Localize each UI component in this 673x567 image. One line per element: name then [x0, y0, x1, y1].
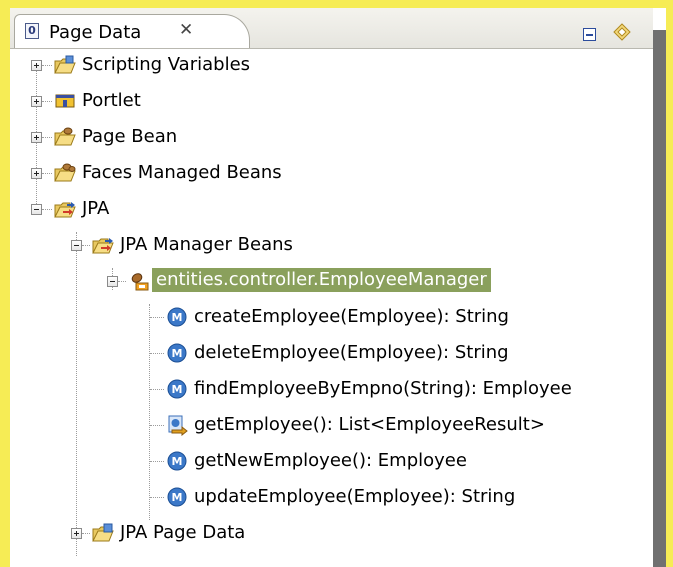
- expand-icon[interactable]: [31, 168, 42, 179]
- method-label: getEmployee(): List<EmployeeResult>: [194, 414, 545, 435]
- method-label: createEmployee(Employee): String: [194, 306, 509, 327]
- close-icon[interactable]: ✕: [179, 21, 193, 39]
- portlet-icon: [55, 94, 75, 108]
- tab-page-data[interactable]: 0 Page Data ✕: [14, 14, 250, 48]
- frame-right: [666, 0, 673, 567]
- page-data-tree: Scripting Variables Portlet Page Bean Fa…: [10, 48, 653, 567]
- method-icon: M: [167, 307, 187, 327]
- tab-title: Page Data: [49, 22, 142, 43]
- tree-item-jpa[interactable]: JPA: [10, 192, 650, 228]
- tree-item-label: entities.controller.EmployeeManager: [152, 268, 491, 292]
- bean-folder-icon: [54, 127, 76, 146]
- tree-item-employee-manager[interactable]: entities.controller.EmployeeManager: [10, 264, 650, 300]
- method-icon: M: [167, 379, 187, 399]
- svg-text:M: M: [172, 311, 183, 324]
- tree-item-label: JPA: [82, 198, 110, 219]
- folder-variables-icon: [54, 55, 76, 74]
- tree-item-method[interactable]: getEmployee(): List<EmployeeResult>: [10, 408, 650, 444]
- tree-item-scripting-variables[interactable]: Scripting Variables: [10, 48, 650, 84]
- tree-item-method[interactable]: M deleteEmployee(Employee): String: [10, 336, 650, 372]
- svg-text:M: M: [172, 347, 183, 360]
- method-icon: M: [167, 487, 187, 507]
- panel-shadow: [653, 30, 666, 567]
- frame-top: [0, 0, 673, 8]
- minimize-icon[interactable]: [583, 28, 596, 41]
- tree-item-method[interactable]: M createEmployee(Employee): String: [10, 300, 650, 336]
- view-header: 0 Page Data ✕: [10, 8, 653, 49]
- tree-item-page-bean[interactable]: Page Bean: [10, 120, 650, 156]
- svg-text:M: M: [172, 383, 183, 396]
- tree-item-jpa-manager-beans[interactable]: JPA Manager Beans: [10, 228, 650, 264]
- tree-item-portlet[interactable]: Portlet: [10, 84, 650, 120]
- tree-item-label: Faces Managed Beans: [82, 162, 282, 183]
- tree-item-label: JPA Page Data: [120, 522, 246, 543]
- tree-item-label: Portlet: [82, 90, 141, 111]
- list-method-icon: [168, 415, 188, 436]
- svg-text:M: M: [172, 491, 183, 504]
- expand-icon[interactable]: [31, 132, 42, 143]
- tree-item-label: Page Bean: [82, 126, 178, 147]
- method-label: updateEmployee(Employee): String: [194, 486, 516, 507]
- expand-icon[interactable]: [31, 60, 42, 71]
- tree-item-label: JPA Manager Beans: [120, 234, 293, 255]
- method-icon: M: [167, 451, 187, 471]
- collapse-icon[interactable]: [71, 240, 82, 251]
- collapse-icon[interactable]: [107, 276, 118, 287]
- page-data-icon: 0: [25, 23, 39, 39]
- frame-left: [0, 0, 10, 567]
- view-menu-icon[interactable]: [612, 22, 632, 42]
- tree-item-faces-managed-beans[interactable]: Faces Managed Beans: [10, 156, 650, 192]
- expand-icon[interactable]: [31, 96, 42, 107]
- beans-folder-icon: [54, 163, 76, 182]
- tree-item-label: Scripting Variables: [82, 54, 251, 75]
- tree-item-method[interactable]: M updateEmployee(Employee): String: [10, 480, 650, 516]
- jpa-page-data-icon: [92, 523, 114, 542]
- collapse-icon[interactable]: [31, 204, 42, 215]
- method-label: deleteEmployee(Employee): String: [194, 342, 509, 363]
- expand-icon[interactable]: [71, 528, 82, 539]
- method-label: findEmployeeByEmpno(String): Employee: [194, 378, 572, 399]
- tree-item-method[interactable]: M findEmployeeByEmpno(String): Employee: [10, 372, 650, 408]
- bean-class-icon: [131, 273, 149, 291]
- jpa-folder-icon: [54, 202, 76, 218]
- method-icon: M: [167, 343, 187, 363]
- svg-text:M: M: [172, 455, 183, 468]
- method-label: getNewEmployee(): Employee: [194, 450, 467, 471]
- tree-item-method[interactable]: M getNewEmployee(): Employee: [10, 444, 650, 480]
- tree-item-jpa-page-data[interactable]: JPA Page Data: [10, 516, 650, 552]
- jpa-manager-beans-icon: [92, 238, 114, 254]
- page-data-view: 0 Page Data ✕ Scripting Variables Portle…: [10, 8, 653, 567]
